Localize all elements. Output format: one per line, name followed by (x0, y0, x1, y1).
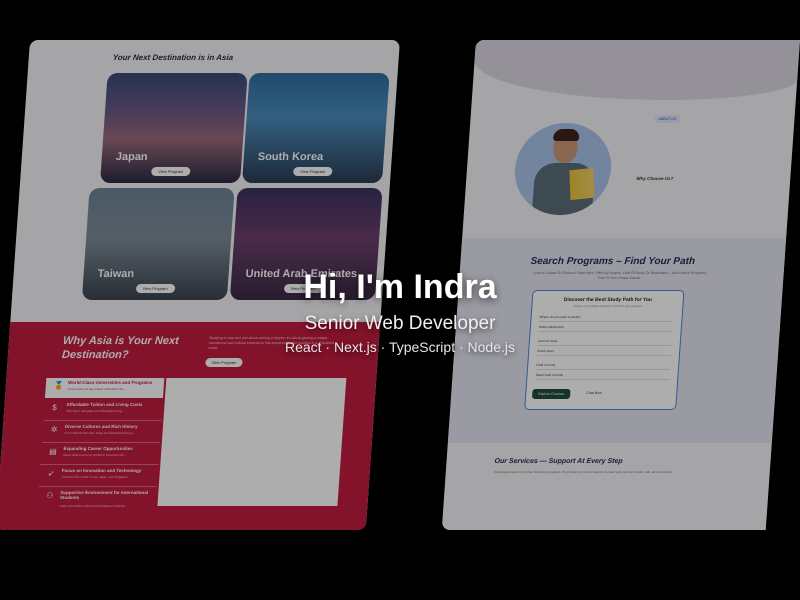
hero-intro: Hi, I'm Indra Senior Web Developer React… (0, 268, 800, 356)
hero-role: Senior Web Developer (304, 313, 496, 334)
divider (40, 464, 159, 465)
briefcase-icon: ▤ (48, 447, 58, 456)
destination-card-japan[interactable]: Japan View Program (100, 73, 248, 183)
destination-name: Japan (115, 151, 149, 163)
hero-title: Hi, I'm Indra (303, 268, 497, 306)
feature-item-support[interactable]: ⚇ Supportive Environment for Internation… (37, 488, 157, 514)
feature-item-cultures[interactable]: ✲ Diverse Cultures and Rich History From… (42, 422, 161, 442)
chat-now-button[interactable]: Chat Now (586, 391, 602, 395)
services-subtitle: Studying abroad is more than choosing a … (493, 470, 673, 474)
view-program-button[interactable]: View Program (292, 167, 333, 176)
feature-title: Supportive Environment for International… (59, 490, 149, 500)
view-program-button[interactable]: View Program (150, 167, 191, 176)
destination-name: South Korea (257, 151, 324, 163)
feature-sub: Asia is home to top-ranked institutions … (67, 387, 127, 391)
why-choose-heading: Why Choose Us? (636, 176, 674, 181)
divider (43, 420, 162, 421)
rocket-icon: ➶ (47, 469, 55, 478)
feature-sub: Countries like South Korea, Japan, and S… (61, 475, 131, 479)
why-view-program-button[interactable]: View Program (205, 358, 243, 367)
feature-title: Diverse Cultures and Rich History (64, 424, 138, 429)
field-label: Field of study (535, 363, 671, 370)
student-photo (511, 123, 615, 215)
students-icon: ⚇ (45, 491, 54, 500)
feature-item-innovation[interactable]: ➶ Focus on Innovation and Technology Cou… (39, 466, 158, 486)
feature-sub: Asia's rapid economic growth in industri… (62, 453, 127, 457)
feature-title: World-Class Universities and Programs (67, 380, 153, 385)
feature-detail-panel (157, 378, 347, 506)
feature-item-universities[interactable]: 🏅 World-Class Universities and Programs … (44, 378, 165, 398)
feature-title: Focus on Innovation and Technology (61, 468, 142, 473)
services-title: Our Services — Support At Every Step (494, 458, 623, 465)
money-icon: $ (51, 403, 58, 412)
section-title: Your Next Destination is in Asia (112, 53, 234, 62)
feature-title: Expanding Career Opportunities (63, 446, 133, 451)
feature-sub: From vibrant cities like Tokyo and beaut… (64, 431, 135, 435)
feature-title: Affordable Tuition and Living Costs (66, 402, 143, 407)
feature-sub: Asian universities welcome international… (59, 504, 128, 508)
search-title: Search Programs – Find Your Path (530, 256, 696, 267)
header-wave (471, 40, 800, 100)
divider (41, 442, 160, 443)
hero-tech-stack: React · Next.js · TypeScript · Node.js (284, 339, 516, 355)
showcase-stage: Your Next Destination is in Asia Japan V… (0, 0, 800, 600)
field-select[interactable]: Select field of study (535, 373, 670, 380)
explore-courses-button[interactable]: Explore Courses (531, 389, 571, 399)
about-us-badge: ABOUT US (654, 115, 681, 123)
feature-item-career[interactable]: ▤ Expanding Career Opportunities Asia's … (40, 444, 159, 464)
feature-sub: With lower education and affordable livi… (65, 409, 125, 413)
divider (38, 486, 157, 487)
feature-item-tuition[interactable]: $ Affordable Tuition and Living Costs Wi… (43, 400, 162, 420)
medal-icon: 🏅 (53, 381, 65, 390)
destination-card-south-korea[interactable]: South Korea View Program (242, 73, 390, 183)
culture-icon: ✲ (50, 425, 58, 434)
